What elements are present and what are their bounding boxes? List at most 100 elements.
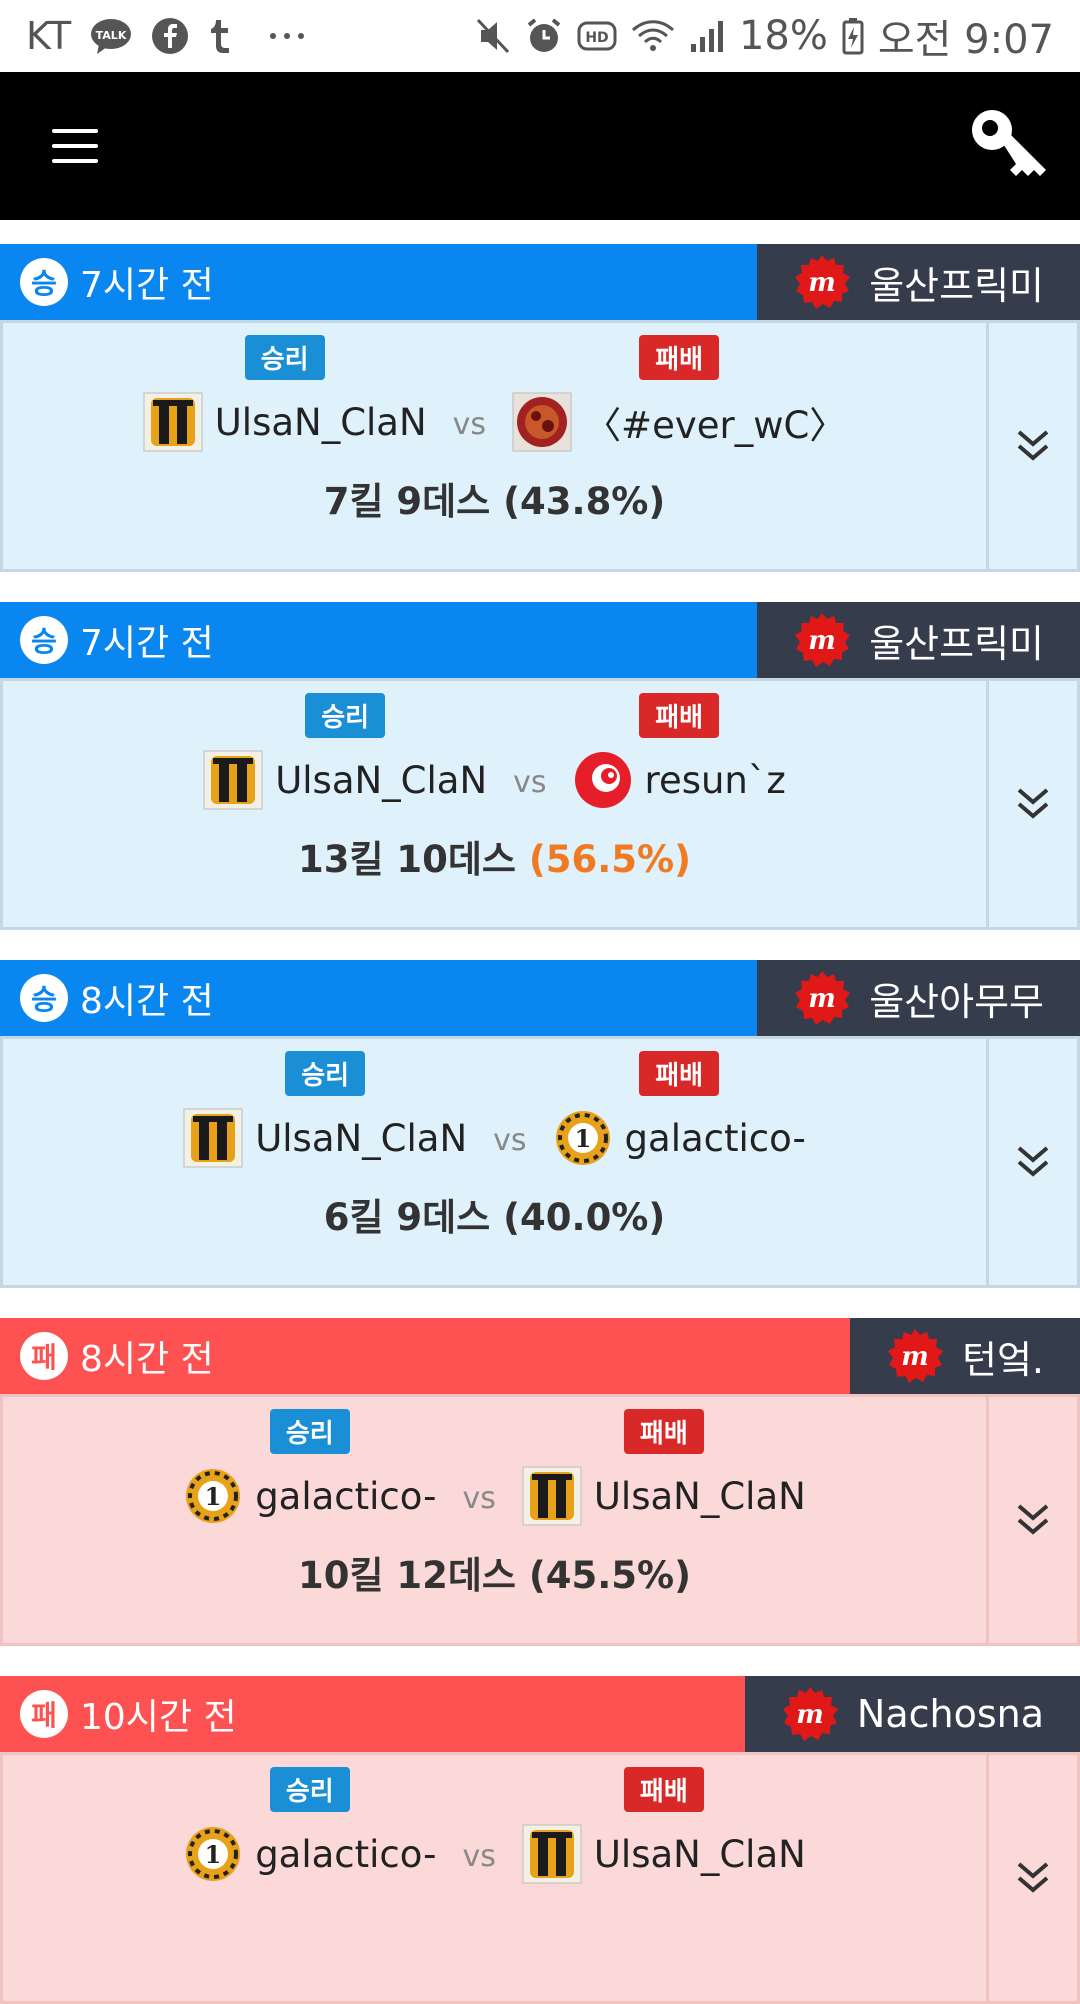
match-result-bar: 패 10시간 전	[0, 1676, 745, 1752]
win-pill: 승리	[285, 1051, 366, 1096]
hamburger-icon[interactable]	[52, 129, 98, 163]
winner-team: 승리 UlsaN_ClaN	[143, 335, 427, 452]
status-bar: KT TALK HD 18% 오전 9:07	[0, 0, 1080, 72]
match-body[interactable]: 승리 UlsaN_ClaN vs 패배 1 galactico- 6킬 9데스 …	[0, 1036, 1080, 1288]
match-result-bar: 승 7시간 전	[0, 244, 758, 320]
loser-team: 패배 resun`z	[573, 693, 786, 810]
expand-button[interactable]	[986, 1039, 1077, 1285]
win-pill: 승리	[269, 1767, 350, 1812]
teams-row: 승리 1 galactico- vs 패배 UlsaN_ClaN	[3, 1409, 986, 1526]
loser-name[interactable]: resun`z	[645, 759, 786, 802]
deaths: 9데스	[396, 480, 491, 523]
alarm-icon	[525, 17, 563, 55]
kill-ratio: (40.0%)	[503, 1196, 666, 1239]
key-icon[interactable]	[966, 104, 1050, 188]
teams-row: 승리 UlsaN_ClaN vs 패배 1 galactico-	[3, 1051, 986, 1168]
match-header: 승 7시간 전 m 울산프릭미	[0, 244, 1080, 320]
match-time: 7시간 전	[80, 623, 214, 664]
clan-emblem-icon	[512, 392, 572, 452]
svg-text:1: 1	[205, 1482, 222, 1511]
more-dots-icon	[269, 31, 305, 41]
svg-text:m: m	[808, 268, 836, 298]
match-result-bar: 패 8시간 전	[0, 1318, 850, 1394]
map-panel: m 울산아무무	[757, 960, 1080, 1036]
vs-label: vs	[493, 1123, 527, 1158]
kills: 7킬	[323, 480, 384, 523]
clan-emblem-icon	[522, 1466, 582, 1526]
map-logo-icon: m	[781, 1685, 839, 1743]
result-badge: 패	[20, 1690, 68, 1738]
loser-team: 패배 UlsaN_ClaN	[522, 1409, 806, 1526]
match-summary: 승리 UlsaN_ClaN vs 패배 resun`z 13킬 10데스 (56…	[3, 681, 986, 927]
svg-text:m: m	[901, 1342, 929, 1372]
map-logo-icon: m	[886, 1327, 944, 1385]
kill-ratio: (43.8%)	[503, 480, 666, 523]
expand-button[interactable]	[986, 323, 1077, 569]
kills: 13킬	[297, 838, 384, 881]
result-badge: 승	[20, 616, 68, 664]
kill-ratio: (45.5%)	[528, 1554, 692, 1597]
kill-death-stats: 6킬 9데스 (40.0%)	[3, 1187, 986, 1241]
match-time: 7시간 전	[80, 265, 214, 306]
winner-name[interactable]: UlsaN_ClaN	[255, 1117, 467, 1160]
match-body[interactable]: 승리 UlsaN_ClaN vs 패배 resun`z 13킬 10데스 (56…	[0, 678, 1080, 930]
clan-emblem-icon	[522, 1824, 582, 1884]
winner-name[interactable]: galactico-	[255, 1833, 436, 1876]
loser-name[interactable]: galactico-	[625, 1117, 806, 1160]
tumblr-icon	[207, 17, 233, 55]
winner-name[interactable]: galactico-	[255, 1475, 436, 1518]
win-pill: 승리	[244, 335, 325, 380]
match-time: 10시간 전	[80, 1697, 237, 1738]
match-body[interactable]: 승리 1 galactico- vs 패배 UlsaN_ClaN	[0, 1394, 1080, 1646]
chevron-double-down-icon	[1017, 430, 1049, 461]
status-bar-right: HD 18% 오전 9:07	[475, 7, 1054, 65]
hd-icon: HD	[577, 21, 617, 51]
expand-button[interactable]	[986, 681, 1077, 927]
loser-name[interactable]: 〈#ever_wC〉	[584, 395, 846, 449]
winner-name[interactable]: UlsaN_ClaN	[215, 401, 427, 444]
map-panel: m 울산프릭미	[757, 244, 1080, 320]
facebook-icon	[151, 17, 189, 55]
loss-pill: 패배	[623, 1409, 704, 1454]
match-header: 승 8시간 전 m 울산아무무	[0, 960, 1080, 1036]
match-result-bar: 승 7시간 전	[0, 602, 758, 678]
kill-ratio: (56.5%)	[528, 838, 692, 881]
clan-emblem-icon	[183, 1108, 243, 1168]
svg-text:1: 1	[205, 1840, 222, 1869]
winner-name[interactable]: UlsaN_ClaN	[275, 759, 487, 802]
deaths: 9데스	[396, 1196, 491, 1239]
kills: 6킬	[323, 1196, 384, 1239]
carrier-name: KT	[26, 14, 72, 58]
win-pill: 승리	[305, 693, 386, 738]
match-card: 패 8시간 전 m 턴엌. 승리 1 galactico- vs 패배 Ulsa…	[0, 1318, 1080, 1646]
chevron-double-down-icon	[1017, 788, 1049, 819]
winner-team: 승리 UlsaN_ClaN	[203, 693, 487, 810]
vs-label: vs	[452, 407, 487, 442]
expand-button[interactable]	[986, 1397, 1077, 1643]
signal-icon	[689, 18, 725, 54]
match-card: 승 7시간 전 m 울산프릭미 승리	[0, 602, 1080, 930]
win-pill: 승리	[269, 1409, 350, 1454]
match-result-bar: 승 8시간 전	[0, 960, 758, 1036]
loser-name[interactable]: UlsaN_ClaN	[594, 1475, 806, 1518]
mute-icon	[475, 17, 511, 55]
match-header: 패 8시간 전 m 턴엌.	[0, 1318, 1080, 1394]
map-name: 울산프릭미	[869, 621, 1044, 666]
loser-name[interactable]: UlsaN_ClaN	[594, 1833, 806, 1876]
kill-death-stats: 7킬 9데스 (43.8%)	[3, 471, 986, 525]
kill-death-stats: 10킬 12데스 (45.5%)	[3, 1545, 986, 1599]
map-name: 울산프릭미	[869, 263, 1044, 308]
expand-button[interactable]	[986, 1755, 1077, 2001]
clock: 오전 9:07	[877, 17, 1054, 63]
result-badge: 승	[20, 974, 68, 1022]
wifi-icon	[631, 18, 675, 54]
loser-team: 패배 1 galactico-	[553, 1051, 806, 1168]
match-card: 패 10시간 전 m Nachosna 승리 1 galactico- vs 패…	[0, 1676, 1080, 2004]
match-header: 승 7시간 전 m 울산프릭미	[0, 602, 1080, 678]
svg-text:m: m	[808, 984, 836, 1014]
result-badge: 패	[20, 1332, 68, 1380]
match-summary: 승리 1 galactico- vs 패배 UlsaN_ClaN	[3, 1755, 986, 2001]
match-body[interactable]: 승리 1 galactico- vs 패배 UlsaN_ClaN	[0, 1752, 1080, 2004]
match-summary: 승리 UlsaN_ClaN vs 패배 1 galactico- 6킬 9데스 …	[3, 1039, 986, 1285]
match-body[interactable]: 승리 UlsaN_ClaN vs 패배 〈#ever_wC〉 7킬 9데스 (4…	[0, 320, 1080, 572]
